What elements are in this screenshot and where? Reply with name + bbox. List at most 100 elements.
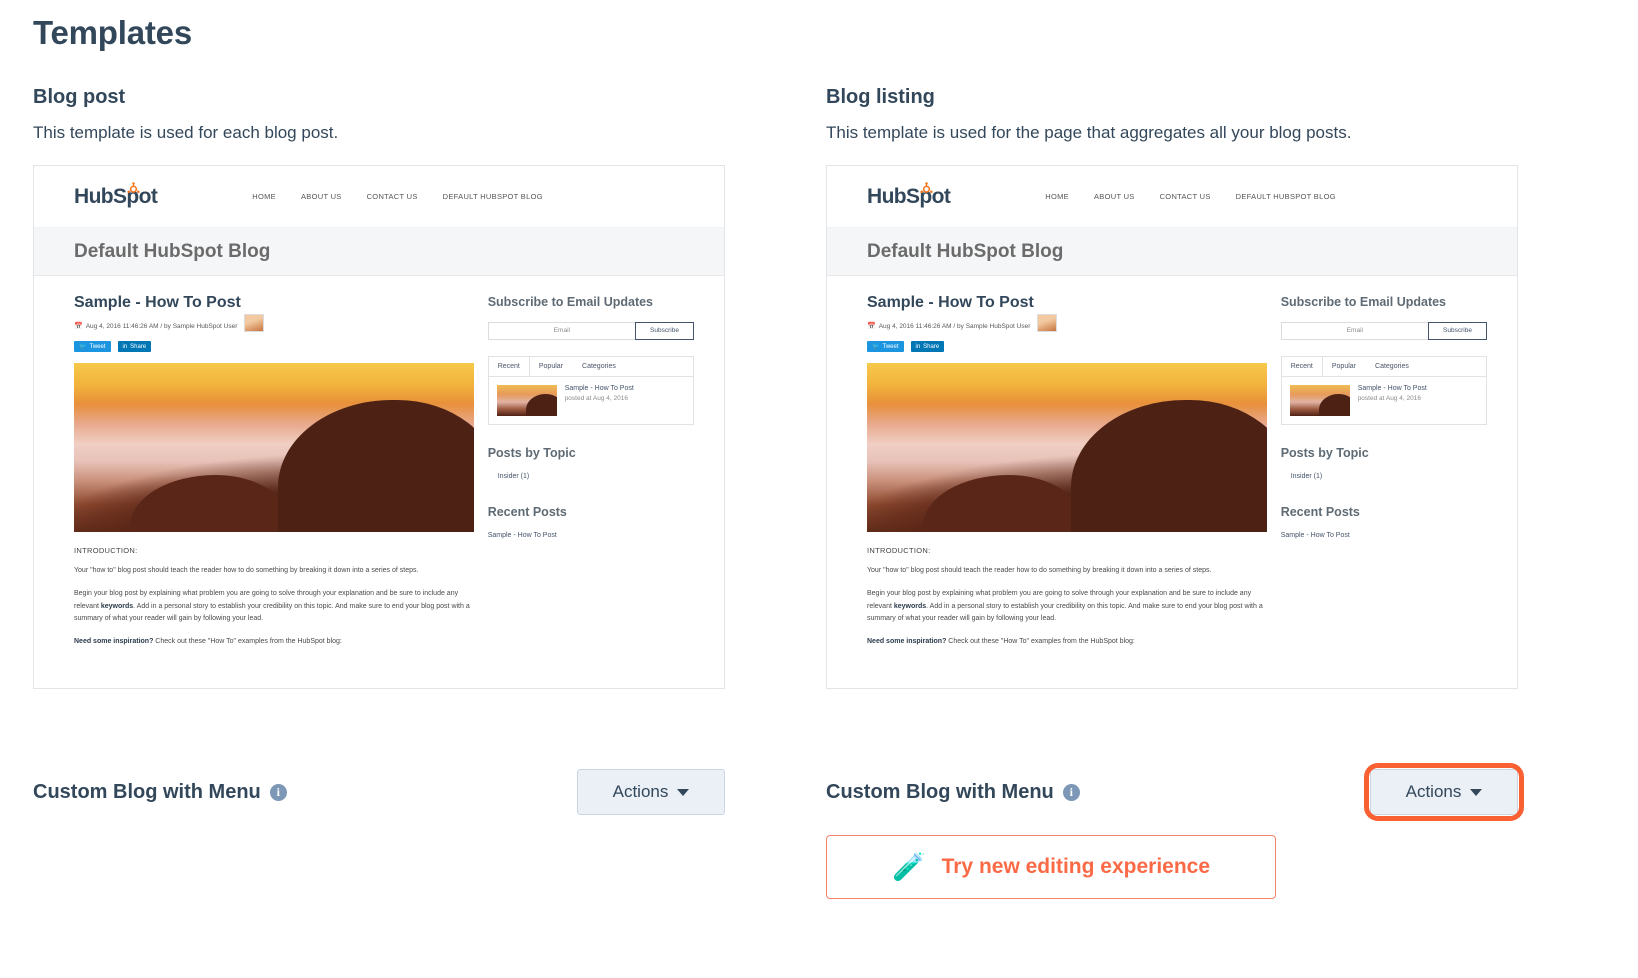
posts-by-topic-title: Posts by Topic bbox=[1280, 445, 1369, 460]
tab-categories[interactable]: Categories bbox=[1366, 357, 1419, 376]
preview-body: Sample - How To Post 📅 Aug 4, 2016 11:46… bbox=[34, 276, 724, 659]
recent-post-title: Sample - How To Post bbox=[564, 384, 634, 392]
templates-page: Templates Blog post This template is use… bbox=[0, 0, 1638, 978]
try-new-editing-experience-banner[interactable]: 🧪 Try new editing experience bbox=[826, 835, 1276, 899]
blog-listing-template-name: Custom Blog with Menu bbox=[826, 780, 1054, 803]
recent-post-title: Sample - How To Post bbox=[1357, 384, 1427, 392]
posts-tabs: Recent Popular Categories bbox=[488, 356, 693, 377]
preview-paragraph-3-b: Check out these "How To" examples from t… bbox=[153, 638, 342, 645]
hubspot-logo: HubSpot bbox=[867, 181, 951, 209]
linkedin-icon: in bbox=[915, 343, 921, 350]
preview-intro-heading: INTRODUCTION: bbox=[867, 546, 931, 555]
recent-post-link[interactable]: Sample - How To Post bbox=[488, 532, 694, 539]
topic-item-insider[interactable]: Insider (1) bbox=[1281, 473, 1487, 480]
chevron-down-icon bbox=[1470, 788, 1483, 796]
blog-post-heading: Blog post bbox=[33, 86, 126, 108]
preview-paragraph-2: Begin your blog post by explaining what … bbox=[74, 588, 474, 625]
tab-recent[interactable]: Recent bbox=[488, 356, 530, 376]
email-input[interactable]: Email bbox=[487, 321, 636, 340]
share-button[interactable]: in Share bbox=[117, 341, 152, 352]
recent-post-thumbnail bbox=[496, 384, 557, 416]
calendar-icon: 📅 bbox=[867, 323, 876, 330]
subscribe-button[interactable]: Subscribe bbox=[635, 321, 694, 340]
preview-paragraph-1: Your "how to" blog post should teach the… bbox=[74, 567, 419, 574]
recent-post-item[interactable]: Sample - How To Post posted at Aug 4, 20… bbox=[1282, 377, 1486, 424]
recent-post-item[interactable]: Sample - How To Post posted at Aug 4, 20… bbox=[489, 377, 693, 424]
preview-paragraph-2-b: . Add in a personal story to establish y… bbox=[74, 602, 470, 622]
hubspot-logo-text: HubSpot bbox=[867, 184, 951, 208]
blog-post-footer: Custom Blog with Menu i Actions bbox=[33, 765, 725, 819]
blog-post-preview-card[interactable]: HubSpot HOME ABOUT US CONTACT US DEFAULT… bbox=[33, 165, 725, 689]
sprocket-icon bbox=[920, 181, 933, 193]
blog-listing-footer: Custom Blog with Menu i Actions 🧪 Try ne… bbox=[826, 763, 1524, 899]
preview-article-column: Sample - How To Post 📅 Aug 4, 2016 11:46… bbox=[34, 294, 488, 659]
tab-categories[interactable]: Categories bbox=[573, 357, 626, 376]
preview-navbar: HubSpot HOME ABOUT US CONTACT US DEFAULT… bbox=[827, 166, 1517, 228]
author-avatar bbox=[244, 314, 265, 332]
recent-posts-title: Recent Posts bbox=[487, 504, 567, 519]
recent-posts-title: Recent Posts bbox=[1280, 504, 1360, 519]
test-tube-icon: 🧪 bbox=[891, 851, 926, 882]
preview-social-buttons: 🐦 Tweet in Share bbox=[867, 341, 1267, 352]
tab-recent[interactable]: Recent bbox=[1281, 356, 1323, 376]
recent-post-link[interactable]: Sample - How To Post bbox=[1281, 532, 1487, 539]
tweet-button[interactable]: 🐦 Tweet bbox=[867, 341, 904, 352]
preview-blog-banner: Default HubSpot Blog bbox=[827, 228, 1517, 276]
nav-item-contact-us: CONTACT US bbox=[1159, 192, 1211, 201]
tab-popular[interactable]: Popular bbox=[530, 357, 573, 376]
subscribe-button[interactable]: Subscribe bbox=[1428, 321, 1487, 340]
chevron-down-icon bbox=[677, 788, 690, 796]
blog-listing-template-name-wrap: Custom Blog with Menu i bbox=[826, 781, 1080, 804]
recent-post-date: posted at Aug 4, 2016 bbox=[564, 394, 628, 402]
tweet-label: Tweet bbox=[89, 343, 106, 350]
blog-post-description: This template is used for each blog post… bbox=[33, 123, 339, 142]
recent-post-thumbnail bbox=[1289, 384, 1350, 416]
preview-paragraph-1: Your "how to" blog post should teach the… bbox=[867, 567, 1212, 574]
share-label: Share bbox=[923, 343, 940, 350]
linkedin-icon: in bbox=[122, 343, 128, 350]
tab-popular[interactable]: Popular bbox=[1323, 357, 1366, 376]
email-input[interactable]: Email bbox=[1280, 321, 1429, 340]
preview-nav-items: HOME ABOUT US CONTACT US DEFAULT HUBSPOT… bbox=[1045, 192, 1336, 201]
preview-paragraph-3-a: Need some inspiration? bbox=[74, 638, 154, 645]
posts-by-topic-title: Posts by Topic bbox=[487, 445, 576, 460]
actions-button-label: Actions bbox=[612, 782, 669, 801]
subscribe-title: Subscribe to Email Updates bbox=[487, 295, 654, 309]
recent-post-date: posted at Aug 4, 2016 bbox=[1357, 394, 1421, 402]
blog-listing-description: This template is used for the page that … bbox=[826, 123, 1352, 142]
share-button[interactable]: in Share bbox=[910, 341, 945, 352]
calendar-icon: 📅 bbox=[74, 323, 83, 330]
posts-tabs: Recent Popular Categories bbox=[1281, 356, 1486, 377]
nav-item-about-us: ABOUT US bbox=[300, 192, 342, 201]
preview-paragraph-3-a: Need some inspiration? bbox=[867, 638, 947, 645]
nav-item-about-us: ABOUT US bbox=[1093, 192, 1135, 201]
nav-item-default-hubspot-blog: DEFAULT HUBSPOT BLOG bbox=[1235, 192, 1336, 201]
blog-post-column: Blog post This template is used for each… bbox=[33, 86, 725, 689]
preview-post-title: Sample - How To Post bbox=[74, 294, 241, 311]
preview-sidebar: Subscribe to Email Updates Email Subscri… bbox=[1280, 294, 1517, 659]
posts-tabs-box: Recent Popular Categories Sample - How T… bbox=[487, 355, 694, 425]
subscribe-title: Subscribe to Email Updates bbox=[1280, 295, 1447, 309]
preview-article-text: INTRODUCTION: Your "how to" blog post sh… bbox=[74, 532, 474, 648]
subscribe-form: Email Subscribe bbox=[1280, 321, 1487, 340]
nav-item-home: HOME bbox=[1045, 192, 1069, 201]
info-icon[interactable]: i bbox=[269, 783, 287, 801]
info-icon[interactable]: i bbox=[1062, 783, 1080, 801]
blog-post-template-name: Custom Blog with Menu bbox=[33, 780, 261, 803]
preview-hero-image bbox=[867, 363, 1267, 532]
preview-intro-heading: INTRODUCTION: bbox=[74, 546, 138, 555]
actions-button[interactable]: Actions bbox=[577, 769, 725, 815]
preview-paragraph-3: Need some inspiration? Check out these "… bbox=[867, 636, 1267, 648]
topic-item-insider[interactable]: Insider (1) bbox=[488, 473, 694, 480]
tweet-button[interactable]: 🐦 Tweet bbox=[74, 341, 111, 352]
actions-button-highlighted[interactable]: Actions bbox=[1370, 769, 1518, 815]
share-label: Share bbox=[130, 343, 147, 350]
blog-listing-preview-card[interactable]: HubSpot HOME ABOUT US CONTACT US DEFAULT… bbox=[826, 165, 1518, 689]
preview-blog-banner: Default HubSpot Blog bbox=[34, 228, 724, 276]
twitter-icon: 🐦 bbox=[79, 344, 87, 350]
actions-button-label: Actions bbox=[1405, 782, 1462, 801]
preview-paragraph-3: Need some inspiration? Check out these "… bbox=[74, 636, 474, 648]
preview-hero-image bbox=[74, 363, 474, 532]
nav-item-default-hubspot-blog: DEFAULT HUBSPOT BLOG bbox=[442, 192, 543, 201]
blog-listing-template-row: Custom Blog with Menu i Actions bbox=[826, 763, 1524, 821]
